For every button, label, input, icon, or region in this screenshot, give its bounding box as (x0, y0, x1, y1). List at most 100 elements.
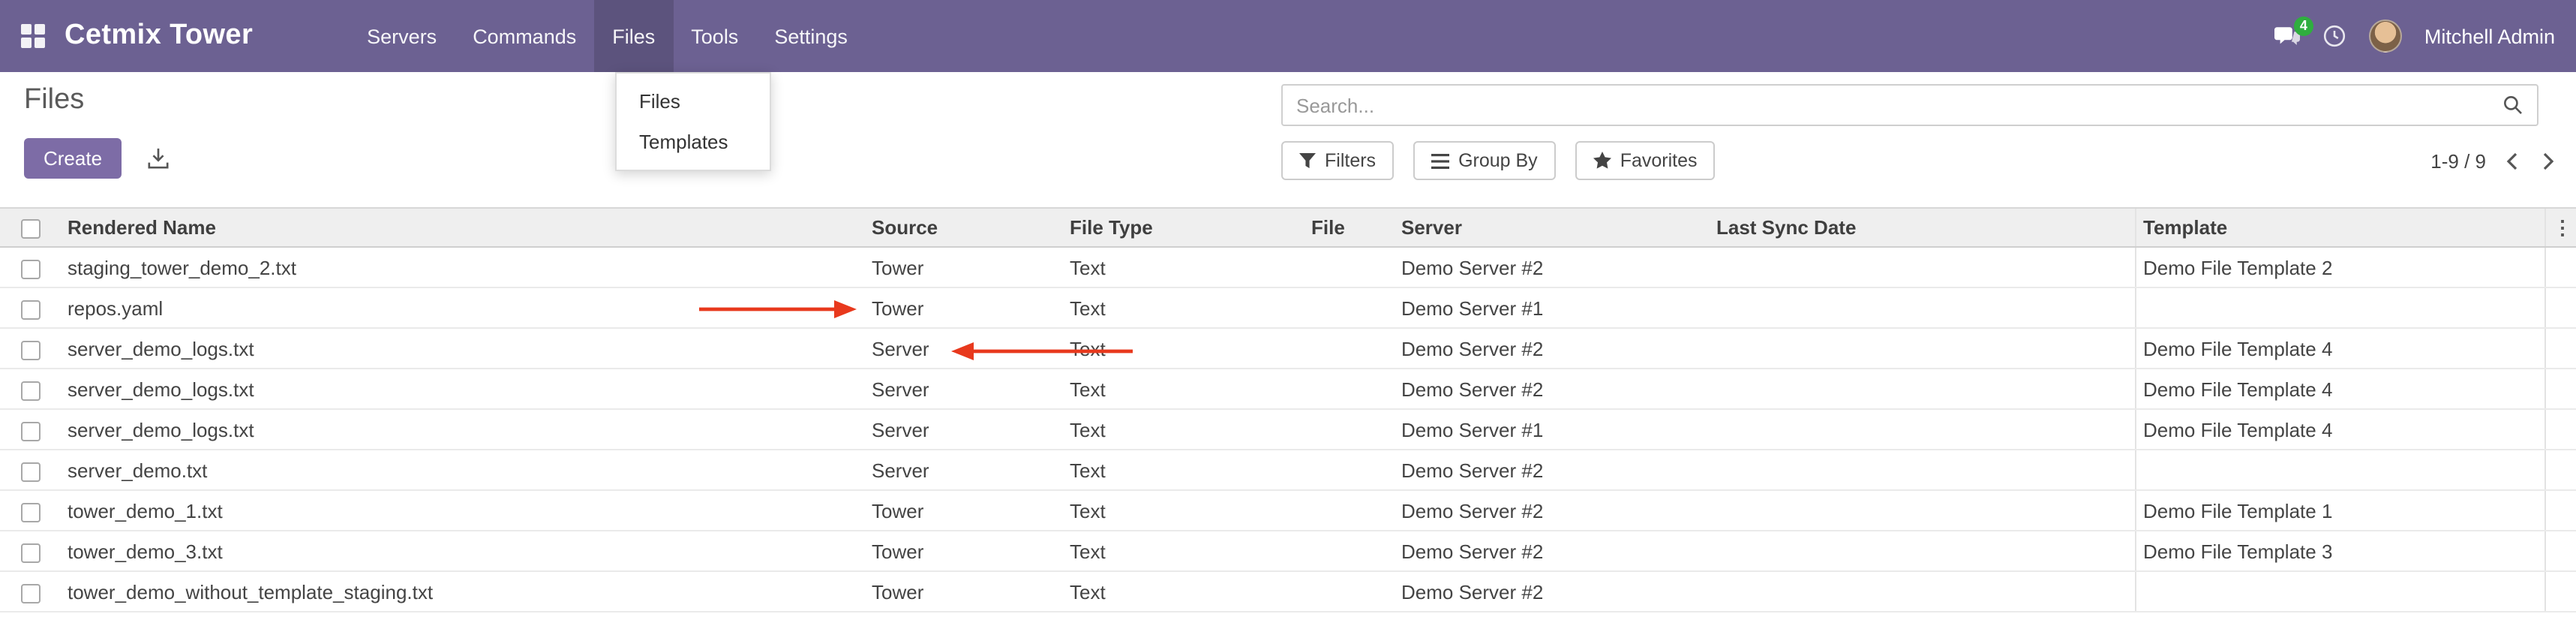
cell-file-type: Text (1062, 247, 1304, 287)
row-checkbox[interactable] (20, 583, 40, 603)
table-row[interactable]: tower_demo_1.txtTowerTextDemo Server #2D… (0, 490, 2576, 531)
cell-file-type: Text (1062, 531, 1304, 571)
nav-menu-commands[interactable]: Commands (455, 0, 594, 72)
column-header-server[interactable]: Server (1394, 208, 1709, 247)
table-row[interactable]: server_demo_logs.txtServerTextDemo Serve… (0, 328, 2576, 369)
row-checkbox[interactable] (20, 543, 40, 562)
cell-source: Tower (864, 571, 1062, 612)
cell-file-type: Text (1062, 571, 1304, 612)
pager-previous-button[interactable] (2502, 148, 2522, 173)
cell-rendered-name: repos.yaml (60, 287, 864, 328)
select-all-cell (0, 208, 60, 247)
cell-template (2135, 450, 2544, 490)
user-avatar[interactable] (2369, 20, 2402, 53)
column-header-last-sync-date[interactable]: Last Sync Date (1709, 208, 2135, 247)
pager-next-button[interactable] (2538, 148, 2558, 173)
select-all-checkbox[interactable] (20, 219, 40, 239)
funnel-icon (1299, 152, 1316, 169)
column-header-source[interactable]: Source (864, 208, 1062, 247)
cell-template: Demo File Template 2 (2135, 247, 2544, 287)
cell-server: Demo Server #2 (1394, 328, 1709, 369)
cell-source: Server (864, 369, 1062, 409)
cell-server: Demo Server #2 (1394, 369, 1709, 409)
cell-template: Demo File Template 3 (2135, 531, 2544, 571)
cell-server: Demo Server #2 (1394, 450, 1709, 490)
filters-button[interactable]: Filters (1281, 141, 1394, 180)
favorites-button[interactable]: Favorites (1575, 141, 1716, 180)
table-row[interactable]: staging_tower_demo_2.txtTowerTextDemo Se… (0, 247, 2576, 287)
cell-source: Server (864, 409, 1062, 450)
cell-template (2135, 571, 2544, 612)
column-header-rendered-name[interactable]: Rendered Name (60, 208, 864, 247)
cell-last-sync-date (1709, 531, 2135, 571)
apps-grid-icon[interactable] (21, 24, 45, 48)
column-header-file[interactable]: File (1304, 208, 1394, 247)
user-name[interactable]: Mitchell Admin (2424, 25, 2555, 47)
cell-template: Demo File Template 1 (2135, 490, 2544, 531)
cell-server: Demo Server #1 (1394, 409, 1709, 450)
star-icon (1593, 152, 1611, 170)
dropdown-item-templates[interactable]: Templates (617, 122, 770, 162)
column-header-file-type[interactable]: File Type (1062, 208, 1304, 247)
create-button[interactable]: Create (24, 138, 122, 179)
row-dots-cell (2544, 328, 2576, 369)
table-row[interactable]: tower_demo_3.txtTowerTextDemo Server #2D… (0, 531, 2576, 571)
row-select-cell (0, 531, 60, 571)
row-checkbox[interactable] (20, 340, 40, 360)
cell-file-type: Text (1062, 328, 1304, 369)
cell-source: Tower (864, 531, 1062, 571)
filters-label: Filters (1325, 150, 1376, 171)
nav-menu-tools[interactable]: Tools (673, 0, 756, 72)
row-dots-cell (2544, 450, 2576, 490)
cell-source: Tower (864, 247, 1062, 287)
cell-last-sync-date (1709, 409, 2135, 450)
cell-template (2135, 287, 2544, 328)
files-dropdown: FilesTemplates (615, 72, 771, 171)
cell-file-type: Text (1062, 450, 1304, 490)
search-input[interactable] (1296, 94, 2502, 116)
download-export-button[interactable] (147, 147, 170, 170)
page-title: Files (24, 84, 84, 117)
nav-menu-servers[interactable]: Servers (349, 0, 455, 72)
cell-file-type: Text (1062, 490, 1304, 531)
column-header-template[interactable]: Template (2135, 208, 2544, 247)
row-select-cell (0, 287, 60, 328)
row-checkbox[interactable] (20, 299, 40, 319)
row-checkbox[interactable] (20, 421, 40, 441)
create-row: Create (24, 138, 170, 179)
files-table-body: staging_tower_demo_2.txtTowerTextDemo Se… (0, 247, 2576, 612)
messages-icon[interactable]: 4 (2274, 25, 2300, 47)
table-row[interactable]: repos.yamlTowerTextDemo Server #1 (0, 287, 2576, 328)
search-icon[interactable] (2502, 95, 2523, 116)
row-checkbox[interactable] (20, 462, 40, 481)
nav-menu-settings[interactable]: Settings (756, 0, 866, 72)
group-by-label: Group By (1458, 150, 1538, 171)
row-dots-cell (2544, 490, 2576, 531)
cell-source: Server (864, 450, 1062, 490)
cell-file (1304, 409, 1394, 450)
row-checkbox[interactable] (20, 259, 40, 278)
row-checkbox[interactable] (20, 381, 40, 400)
nav-menu-files[interactable]: Files (594, 0, 673, 72)
row-dots-cell (2544, 287, 2576, 328)
optional-columns-icon[interactable]: ⋮ (2544, 208, 2576, 247)
control-panel: Files Create Filters (0, 72, 2576, 207)
table-row[interactable]: tower_demo_without_template_staging.txtT… (0, 571, 2576, 612)
row-checkbox[interactable] (20, 502, 40, 522)
table-header-row: Rendered Name Source File Type File Serv… (0, 208, 2576, 247)
table-row[interactable]: server_demo.txtServerTextDemo Server #2 (0, 450, 2576, 490)
download-icon (147, 147, 170, 170)
dropdown-item-files[interactable]: Files (617, 81, 770, 122)
activities-clock-icon[interactable] (2322, 24, 2346, 48)
table-row[interactable]: server_demo_logs.txtServerTextDemo Serve… (0, 409, 2576, 450)
cell-server: Demo Server #1 (1394, 287, 1709, 328)
table-row[interactable]: server_demo_logs.txtServerTextDemo Serve… (0, 369, 2576, 409)
cell-file-type: Text (1062, 369, 1304, 409)
cell-last-sync-date (1709, 247, 2135, 287)
group-by-button[interactable]: Group By (1413, 141, 1556, 180)
cell-last-sync-date (1709, 328, 2135, 369)
navbar-menus: ServersCommandsFilesToolsSettings (349, 0, 866, 72)
cell-server: Demo Server #2 (1394, 490, 1709, 531)
brand-title: Cetmix Tower (65, 20, 253, 53)
cell-source: Tower (864, 490, 1062, 531)
